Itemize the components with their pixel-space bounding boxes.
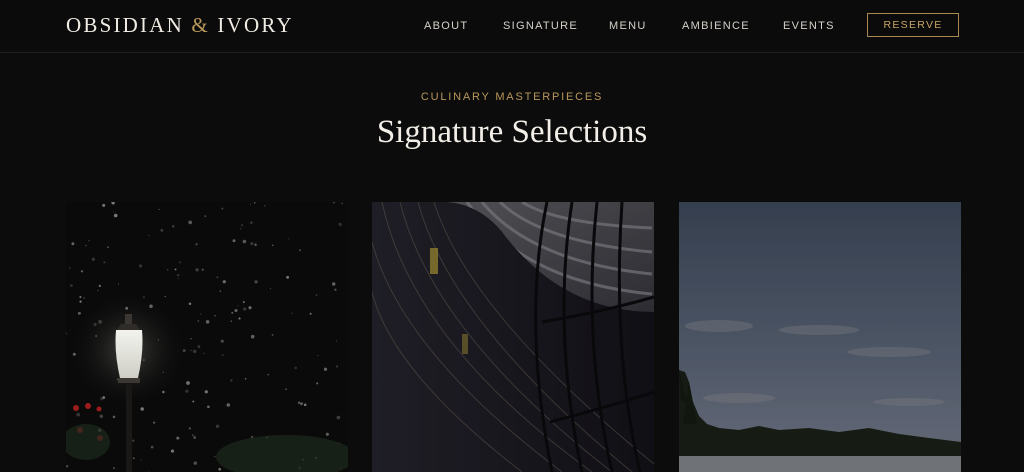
lakeside-treeline-dusk-photo	[679, 202, 961, 472]
signature-card-2[interactable]	[372, 202, 654, 472]
brand-ampersand: &	[191, 13, 210, 37]
nav-item-signature[interactable]: SIGNATURE	[503, 20, 578, 32]
section-title: Signature Selections	[376, 114, 648, 150]
nav-item-ambience[interactable]: AMBIENCE	[682, 20, 750, 32]
brand-name-right: IVORY	[217, 13, 294, 37]
reserve-button[interactable]: RESERVE	[867, 13, 959, 37]
nav-item-events[interactable]: EVENTS	[783, 20, 835, 32]
signature-card-1[interactable]	[66, 202, 348, 472]
brand-logo[interactable]: OBSIDIAN & IVORY	[66, 13, 294, 38]
section-eyebrow: CULINARY MASTERPIECES	[420, 91, 604, 103]
nav-item-menu[interactable]: MENU	[609, 20, 647, 32]
street-lamp-in-snow-photo	[66, 202, 348, 472]
curved-library-bookshelves-photo	[372, 202, 654, 472]
site-header: OBSIDIAN & IVORY ABOUT SIGNATURE MENU AM…	[0, 0, 1024, 53]
signature-card-3[interactable]	[679, 202, 961, 472]
nav-item-about[interactable]: ABOUT	[424, 20, 468, 32]
brand-name-left: OBSIDIAN	[66, 13, 184, 37]
